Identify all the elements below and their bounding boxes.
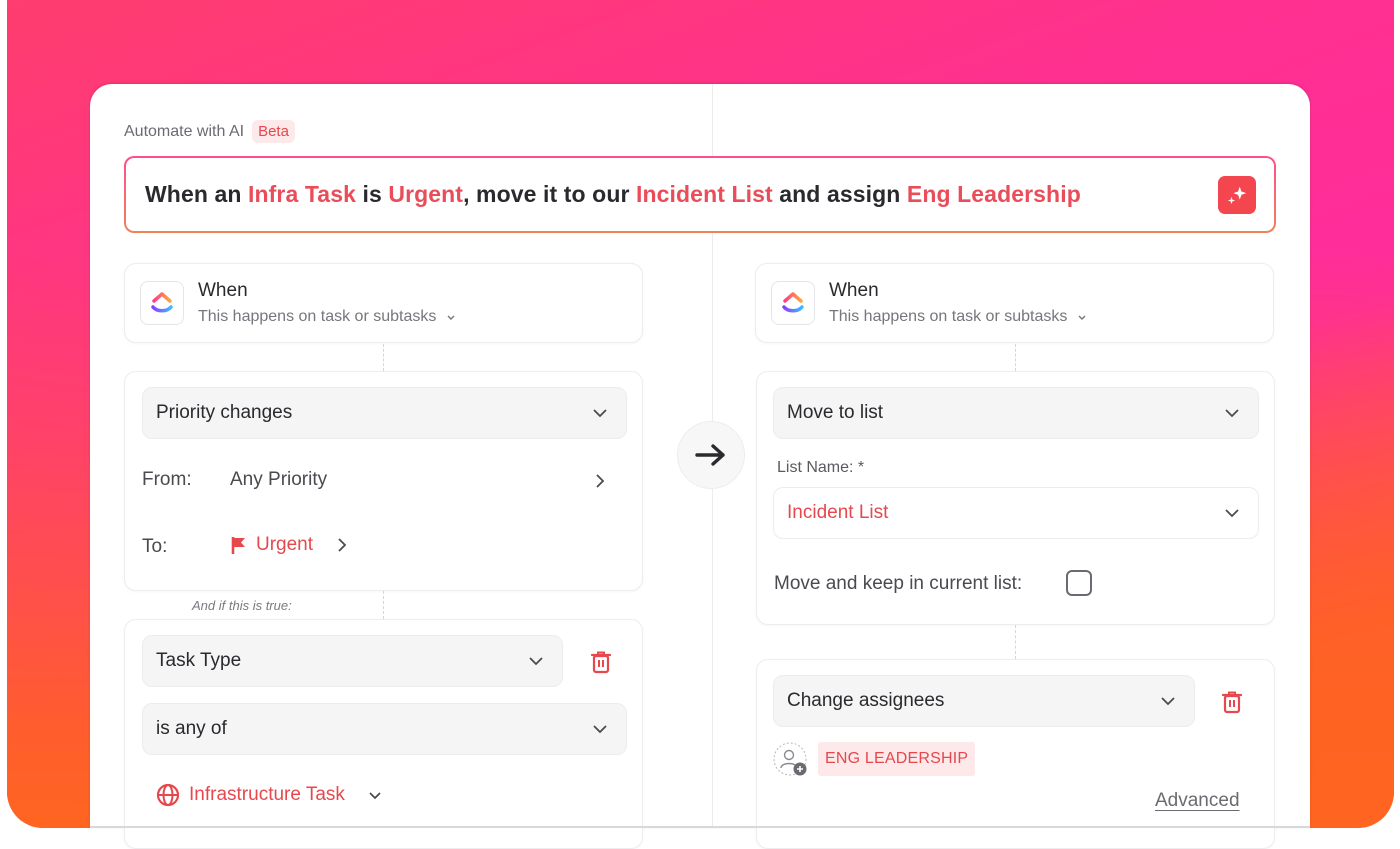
clickup-logo-icon — [782, 292, 804, 313]
prompt-highlight-eng-leadership: Eng Leadership — [906, 181, 1081, 207]
ai-prompt-input[interactable]: When an Infra Task is Urgent, move it to… — [124, 156, 1276, 233]
clickup-logo-icon — [151, 292, 173, 313]
chevron-right-icon[interactable] — [595, 473, 605, 489]
list-name-select[interactable]: Incident List — [773, 487, 1259, 539]
flow-arrow — [677, 421, 745, 489]
to-priority-selector[interactable]: Urgent — [230, 534, 347, 556]
to-priority-value: Urgent — [256, 534, 314, 555]
list-name-label: List Name: * — [777, 459, 865, 476]
advanced-link[interactable]: Advanced — [1155, 790, 1240, 812]
assign-action-select[interactable]: Change assignees — [773, 675, 1195, 727]
trigger-scope-dropdown[interactable]: This happens on task or subtasks — [829, 308, 1087, 326]
connector-line — [1015, 625, 1016, 659]
from-priority-value[interactable]: Any Priority — [230, 469, 327, 491]
assign-action-value: Change assignees — [787, 690, 945, 711]
to-label: To: — [142, 536, 168, 557]
prompt-segment: , move it to our — [463, 181, 637, 207]
event-type-value: Priority changes — [156, 402, 293, 423]
prompt-highlight-incident-list: Incident List — [636, 181, 773, 207]
card-bottom-edge — [90, 826, 1310, 828]
condition-operator-select[interactable]: is any of — [142, 703, 627, 755]
condition-operator-value: is any of — [156, 718, 227, 739]
task-type-value-selector[interactable]: Infrastructure Task — [156, 783, 382, 807]
trigger-card-right[interactable]: When This happens on task or subtasks — [755, 263, 1274, 343]
task-type-value: Infrastructure Task — [189, 784, 345, 805]
action-type-select[interactable]: Move to list — [773, 387, 1259, 439]
ai-header: Automate with AI Beta — [124, 120, 295, 143]
prompt-segment: and assign — [772, 181, 907, 207]
chevron-down-icon — [1078, 315, 1086, 320]
chevron-down-icon — [447, 315, 455, 320]
generate-button[interactable] — [1218, 175, 1256, 214]
chevron-down-icon — [1161, 697, 1175, 706]
ai-header-title: Automate with AI — [124, 122, 245, 140]
trigger-card-left[interactable]: When This happens on task or subtasks — [124, 263, 643, 343]
globe-icon — [156, 783, 180, 807]
prompt-text[interactable]: When an Infra Task is Urgent, move it to… — [145, 181, 1218, 208]
trigger-title: When — [198, 280, 248, 301]
connector-line — [383, 344, 384, 371]
sparkles-icon — [1227, 186, 1247, 204]
trigger-subtitle: This happens on task or subtasks — [829, 308, 1068, 325]
prompt-segment: is — [355, 181, 389, 207]
chevron-down-icon — [593, 409, 607, 418]
trigger-title: When — [829, 280, 879, 301]
trash-icon[interactable] — [590, 650, 612, 674]
trash-icon[interactable] — [1221, 690, 1243, 714]
connector-line — [383, 591, 384, 619]
flag-icon — [231, 537, 245, 554]
app-logo — [140, 281, 184, 325]
app-logo — [771, 281, 815, 325]
automation-card: Automate with AI Beta When an Infra Task… — [90, 84, 1310, 849]
chevron-down-icon — [529, 657, 543, 666]
chevron-down-icon — [1225, 509, 1239, 518]
prompt-highlight-urgent: Urgent — [388, 181, 464, 207]
prompt-segment: When an — [145, 181, 249, 207]
keep-in-list-label: Move and keep in current list: — [774, 573, 1023, 594]
chevron-down-icon — [593, 725, 607, 734]
assignee-tag[interactable]: ENG LEADERSHIP — [818, 742, 976, 776]
prompt-highlight-infra-task: Infra Task — [248, 181, 356, 207]
connector-line — [1015, 344, 1016, 371]
from-label: From: — [142, 469, 192, 490]
keep-in-list-checkbox[interactable] — [1066, 570, 1092, 596]
trigger-scope-dropdown[interactable]: This happens on task or subtasks — [198, 308, 456, 326]
add-assignee-icon[interactable] — [773, 742, 809, 778]
action-type-value: Move to list — [787, 402, 884, 423]
condition-field-select[interactable]: Task Type — [142, 635, 563, 687]
trigger-subtitle: This happens on task or subtasks — [198, 308, 437, 325]
list-name-value: Incident List — [787, 502, 889, 523]
beta-badge: Beta — [252, 120, 295, 143]
chevron-down-icon — [1225, 409, 1239, 418]
chevron-right-icon — [338, 538, 347, 552]
event-type-select[interactable]: Priority changes — [142, 387, 627, 439]
condition-note: And if this is true: — [192, 598, 292, 613]
condition-field-value: Task Type — [156, 650, 242, 671]
arrow-right-icon — [695, 444, 725, 466]
chevron-down-icon — [369, 791, 381, 799]
